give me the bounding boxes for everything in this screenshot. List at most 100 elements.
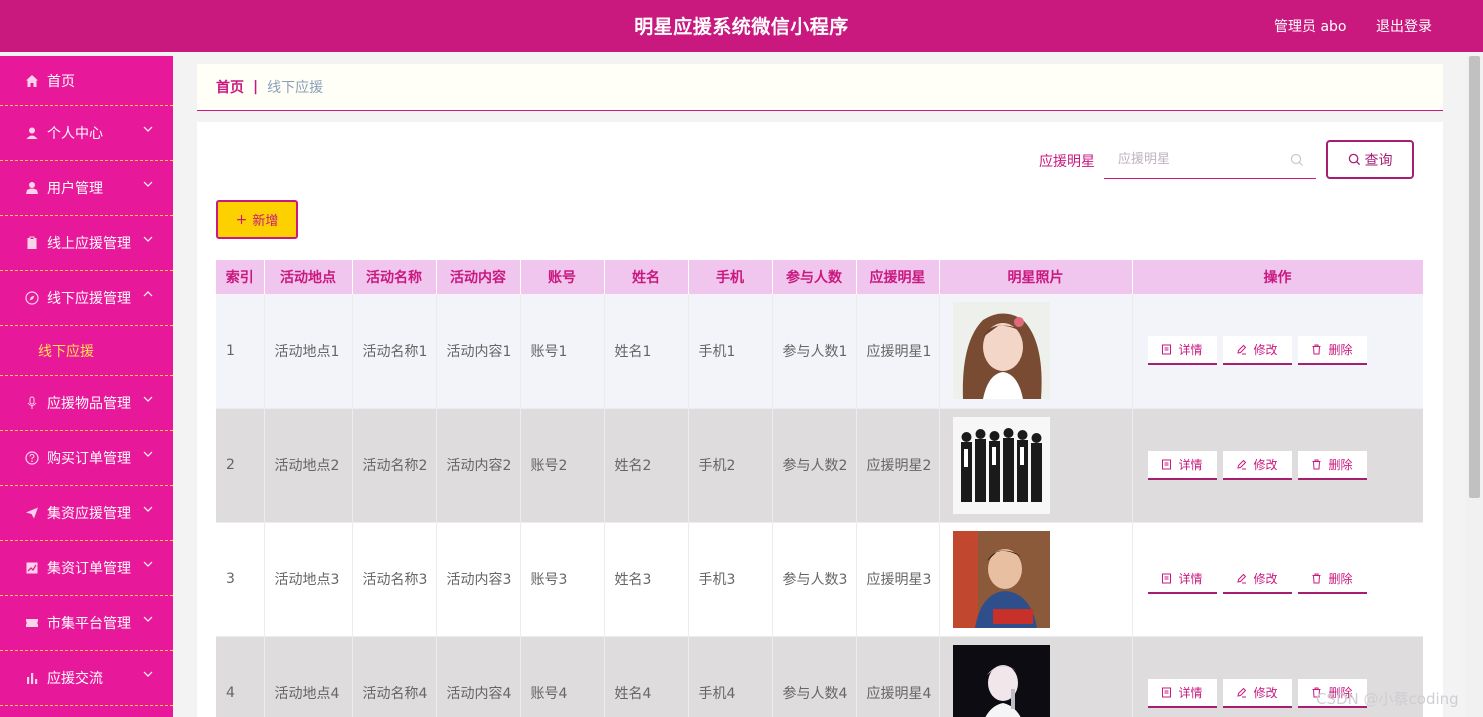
cell-participants: 参与人数1	[772, 294, 857, 409]
query-button[interactable]: 查询	[1326, 140, 1414, 179]
detail-button-label: 详情	[1178, 343, 1203, 358]
sidebar-item-home[interactable]: 首页	[0, 56, 173, 106]
search-label: 应援明星	[1039, 154, 1095, 170]
delete-button-label: 删除	[1328, 571, 1353, 586]
cell-phone: 手机2	[688, 408, 773, 523]
home-icon	[24, 73, 39, 88]
cell-star-photo	[939, 408, 1133, 523]
edit-button-label: 修改	[1253, 457, 1278, 472]
sidebar-item-label: 购买订单管理	[47, 451, 131, 467]
sidebar-item-support-exchange[interactable]: 应援交流	[0, 651, 173, 706]
column-header: 活动内容	[436, 260, 521, 294]
star-photo	[952, 530, 1050, 628]
column-header: 活动地点	[264, 260, 353, 294]
detail-button-label: 详情	[1178, 457, 1203, 472]
cell-index: 3	[216, 522, 265, 637]
cell-star-photo	[939, 522, 1133, 637]
sidebar-item-label: 首页	[47, 73, 75, 90]
cell-activity-name: 活动名称1	[352, 294, 437, 409]
pencil-icon	[1237, 345, 1247, 355]
sidebar-item-fundraising-support[interactable]: 集资应援管理	[0, 486, 173, 541]
chevron-down-icon	[143, 614, 153, 624]
trash-icon	[1312, 344, 1321, 355]
column-header: 姓名	[604, 260, 689, 294]
table-row: 1 活动地点1 活动名称1 活动内容1 账号1 姓名1 手机1 参与人数1 应援…	[216, 294, 1423, 409]
delete-button[interactable]: 删除	[1297, 336, 1367, 366]
sidebar-item-label: 用户管理	[47, 181, 103, 197]
user-manage-icon	[24, 181, 39, 196]
table-row: 2 活动地点2 活动名称2 活动内容2 账号2 姓名2 手机2 参与人数2 应援…	[216, 408, 1423, 523]
table-row: 4 活动地点4 活动名称4 活动内容4 账号4 姓名4 手机4 参与人数4 应援…	[216, 636, 1423, 717]
plus-icon: +	[235, 211, 248, 228]
cell-account: 账号1	[520, 294, 605, 409]
sidebar-item-personal-center[interactable]: 个人中心	[0, 106, 173, 161]
chevron-down-icon	[143, 124, 153, 134]
delete-button[interactable]: 删除	[1297, 450, 1367, 480]
column-header: 应援明星	[856, 260, 940, 294]
delete-button[interactable]: 删除	[1297, 564, 1367, 594]
edit-button[interactable]: 修改	[1222, 564, 1292, 594]
cell-name: 姓名3	[604, 522, 689, 637]
sidebar-item-label: 市集平台管理	[47, 616, 131, 632]
sidebar-item-user-management[interactable]: 用户管理	[0, 161, 173, 216]
cell-activity-content: 活动内容3	[436, 522, 521, 637]
detail-button[interactable]: 详情	[1147, 336, 1217, 366]
cell-location: 活动地点1	[264, 294, 353, 409]
search-box	[1104, 140, 1316, 179]
ticket-icon	[24, 616, 39, 631]
column-header: 活动名称	[352, 260, 437, 294]
breadcrumb: 首页 | 线下应援	[197, 64, 1443, 111]
pencil-icon	[1237, 459, 1247, 469]
cell-star: 应援明星3	[856, 522, 940, 637]
sidebar-item-purchase-orders[interactable]: 购买订单管理	[0, 431, 173, 486]
sidebar-item-market-platform[interactable]: 市集平台管理	[0, 596, 173, 651]
sidebar-item-label: 集资应援管理	[47, 506, 131, 522]
breadcrumb-home[interactable]: 首页	[216, 77, 244, 97]
detail-button[interactable]: 详情	[1147, 678, 1217, 708]
user-icon	[24, 126, 39, 141]
scrollbar-thumb[interactable]	[1469, 56, 1480, 498]
sidebar-subitem-offline-support[interactable]: 线下应援	[0, 326, 173, 376]
cell-actions: 详情 修改 删除	[1132, 522, 1423, 637]
star-photo	[952, 644, 1050, 717]
sidebar-item-label: 集资订单管理	[47, 561, 131, 577]
cell-activity-name: 活动名称3	[352, 522, 437, 637]
sidebar-item-offline-support[interactable]: 线下应援管理	[0, 271, 173, 326]
add-button-label: 新增	[252, 214, 279, 229]
edit-button[interactable]: 修改	[1222, 678, 1292, 708]
cell-star: 应援明星4	[856, 636, 940, 717]
search-input[interactable]	[1104, 140, 1284, 178]
chart-icon	[24, 561, 39, 576]
chevron-down-icon	[143, 504, 153, 514]
pencil-icon	[1237, 687, 1247, 697]
delete-button-label: 删除	[1328, 343, 1353, 358]
chevron-down-icon	[143, 559, 153, 569]
sidebar-item-label: 应援物品管理	[47, 396, 131, 412]
sidebar-item-label: 线下应援管理	[47, 291, 131, 307]
edit-button[interactable]: 修改	[1222, 450, 1292, 480]
trash-icon	[1312, 573, 1321, 583]
cell-location: 活动地点3	[264, 522, 353, 637]
cell-location: 活动地点4	[264, 636, 353, 717]
breadcrumb-separator: |	[253, 79, 259, 95]
search-icon	[1348, 153, 1361, 166]
sidebar-item-fundraising-orders[interactable]: 集资订单管理	[0, 541, 173, 596]
detail-button[interactable]: 详情	[1147, 564, 1217, 594]
detail-button[interactable]: 详情	[1147, 450, 1217, 480]
sidebar-item-support-goods[interactable]: 应援物品管理	[0, 376, 173, 431]
add-button[interactable]: + 新增	[216, 200, 298, 239]
cell-account: 账号3	[520, 522, 605, 637]
query-button-label: 查询	[1364, 152, 1393, 169]
sidebar-item-online-support[interactable]: 线上应援管理	[0, 216, 173, 271]
page-scrollbar[interactable]	[1466, 56, 1483, 717]
edit-button-label: 修改	[1253, 571, 1278, 586]
cell-star: 应援明星1	[856, 294, 940, 409]
cell-phone: 手机1	[688, 294, 773, 409]
chevron-down-icon	[143, 449, 153, 459]
column-header: 参与人数	[772, 260, 857, 294]
cell-activity-content: 活动内容1	[436, 294, 521, 409]
logout-link[interactable]: 退出登录	[1376, 16, 1432, 36]
cell-participants: 参与人数2	[772, 408, 857, 523]
cell-name: 姓名1	[604, 294, 689, 409]
edit-button[interactable]: 修改	[1222, 336, 1292, 366]
